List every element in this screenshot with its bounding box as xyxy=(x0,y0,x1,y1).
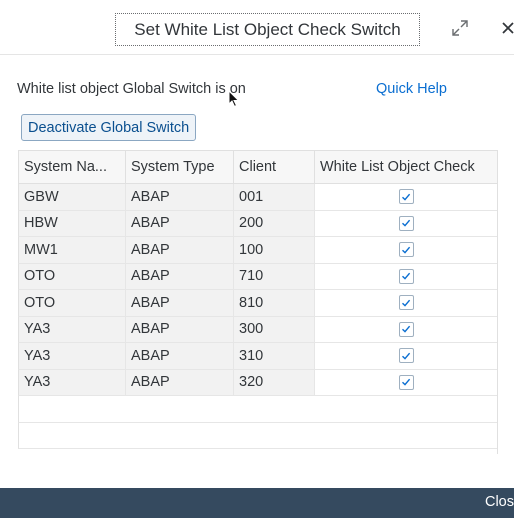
empty-cell xyxy=(126,422,234,448)
column-header-system-type[interactable]: System Type xyxy=(126,151,234,183)
empty-cell xyxy=(19,396,126,422)
cell-system-type: ABAP xyxy=(126,290,234,316)
status-message: White list object Global Switch is on xyxy=(17,81,246,97)
table-row[interactable]: YA3 ABAP 300 xyxy=(18,316,498,343)
cell-client: 200 xyxy=(234,210,315,236)
table-row[interactable]: OTO ABAP 710 xyxy=(18,263,498,290)
empty-cell xyxy=(315,422,497,448)
dialog-footer: Clos xyxy=(0,488,514,518)
deactivate-global-switch-button[interactable]: Deactivate Global Switch xyxy=(21,114,197,141)
cell-client: 810 xyxy=(234,290,315,316)
cell-white-list-check xyxy=(315,316,497,342)
close-button[interactable]: Clos xyxy=(485,494,514,510)
cell-white-list-check xyxy=(315,369,497,395)
white-list-checkbox[interactable] xyxy=(398,215,414,231)
empty-cell xyxy=(126,396,234,422)
cell-client: 710 xyxy=(234,263,315,289)
cell-white-list-check xyxy=(315,210,497,236)
empty-table-row xyxy=(18,422,498,449)
cell-system-name: YA3 xyxy=(19,369,126,395)
cell-system-type: ABAP xyxy=(126,210,234,236)
white-list-checkbox[interactable] xyxy=(398,374,414,390)
cell-system-type: ABAP xyxy=(126,369,234,395)
close-icon[interactable] xyxy=(494,14,514,42)
column-header-white-list-object-check[interactable]: White List Object Check xyxy=(315,151,497,183)
cell-system-type: ABAP xyxy=(126,316,234,342)
table-row[interactable]: HBW ABAP 200 xyxy=(18,210,498,237)
cell-system-name: OTO xyxy=(19,263,126,289)
quick-help-link[interactable]: Quick Help xyxy=(376,81,447,97)
white-list-checkbox[interactable] xyxy=(398,268,414,284)
cell-client: 100 xyxy=(234,237,315,263)
cell-system-name: HBW xyxy=(19,210,126,236)
table-row[interactable]: OTO ABAP 810 xyxy=(18,290,498,317)
cell-system-name: YA3 xyxy=(19,343,126,369)
table-row[interactable]: YA3 ABAP 320 xyxy=(18,369,498,396)
white-list-checkbox[interactable] xyxy=(398,295,414,311)
resize-icon[interactable] xyxy=(446,14,474,42)
table-body: GBW ABAP 001 HBW ABAP 200 MW1 ABAP 100 OTO ABAP 710… xyxy=(18,184,498,449)
cell-system-type: ABAP xyxy=(126,343,234,369)
dialog: Set White List Object Check Switch White… xyxy=(0,0,514,518)
cell-system-name: MW1 xyxy=(19,237,126,263)
dialog-header: Set White List Object Check Switch xyxy=(0,0,514,55)
cell-system-name: YA3 xyxy=(19,316,126,342)
cell-client: 001 xyxy=(234,184,315,210)
cell-white-list-check xyxy=(315,290,497,316)
empty-cell xyxy=(234,422,315,448)
white-list-checkbox[interactable] xyxy=(398,348,414,364)
table-row[interactable]: MW1 ABAP 100 xyxy=(18,237,498,264)
column-header-client[interactable]: Client xyxy=(234,151,315,183)
cell-client: 310 xyxy=(234,343,315,369)
white-list-checkbox[interactable] xyxy=(398,242,414,258)
cell-white-list-check xyxy=(315,184,497,210)
cell-client: 320 xyxy=(234,369,315,395)
mouse-cursor-icon xyxy=(228,89,240,113)
dialog-title: Set White List Object Check Switch xyxy=(115,13,420,46)
column-header-system-name[interactable]: System Na... xyxy=(19,151,126,183)
table-scrollbar[interactable] xyxy=(497,150,510,454)
cell-system-type: ABAP xyxy=(126,237,234,263)
systems-table: System Na... System Type Client White Li… xyxy=(18,150,498,449)
white-list-checkbox[interactable] xyxy=(398,321,414,337)
empty-cell xyxy=(315,396,497,422)
cell-system-type: ABAP xyxy=(126,263,234,289)
table-row[interactable]: GBW ABAP 001 xyxy=(18,184,498,211)
cell-system-name: OTO xyxy=(19,290,126,316)
cell-white-list-check xyxy=(315,343,497,369)
cell-system-type: ABAP xyxy=(126,184,234,210)
cell-system-name: GBW xyxy=(19,184,126,210)
cell-white-list-check xyxy=(315,263,497,289)
empty-cell xyxy=(19,422,126,448)
table-header: System Na... System Type Client White Li… xyxy=(18,150,498,184)
empty-cell xyxy=(234,396,315,422)
table-row[interactable]: YA3 ABAP 310 xyxy=(18,343,498,370)
cell-white-list-check xyxy=(315,237,497,263)
empty-table-row xyxy=(18,396,498,423)
white-list-checkbox[interactable] xyxy=(398,189,414,205)
cell-client: 300 xyxy=(234,316,315,342)
